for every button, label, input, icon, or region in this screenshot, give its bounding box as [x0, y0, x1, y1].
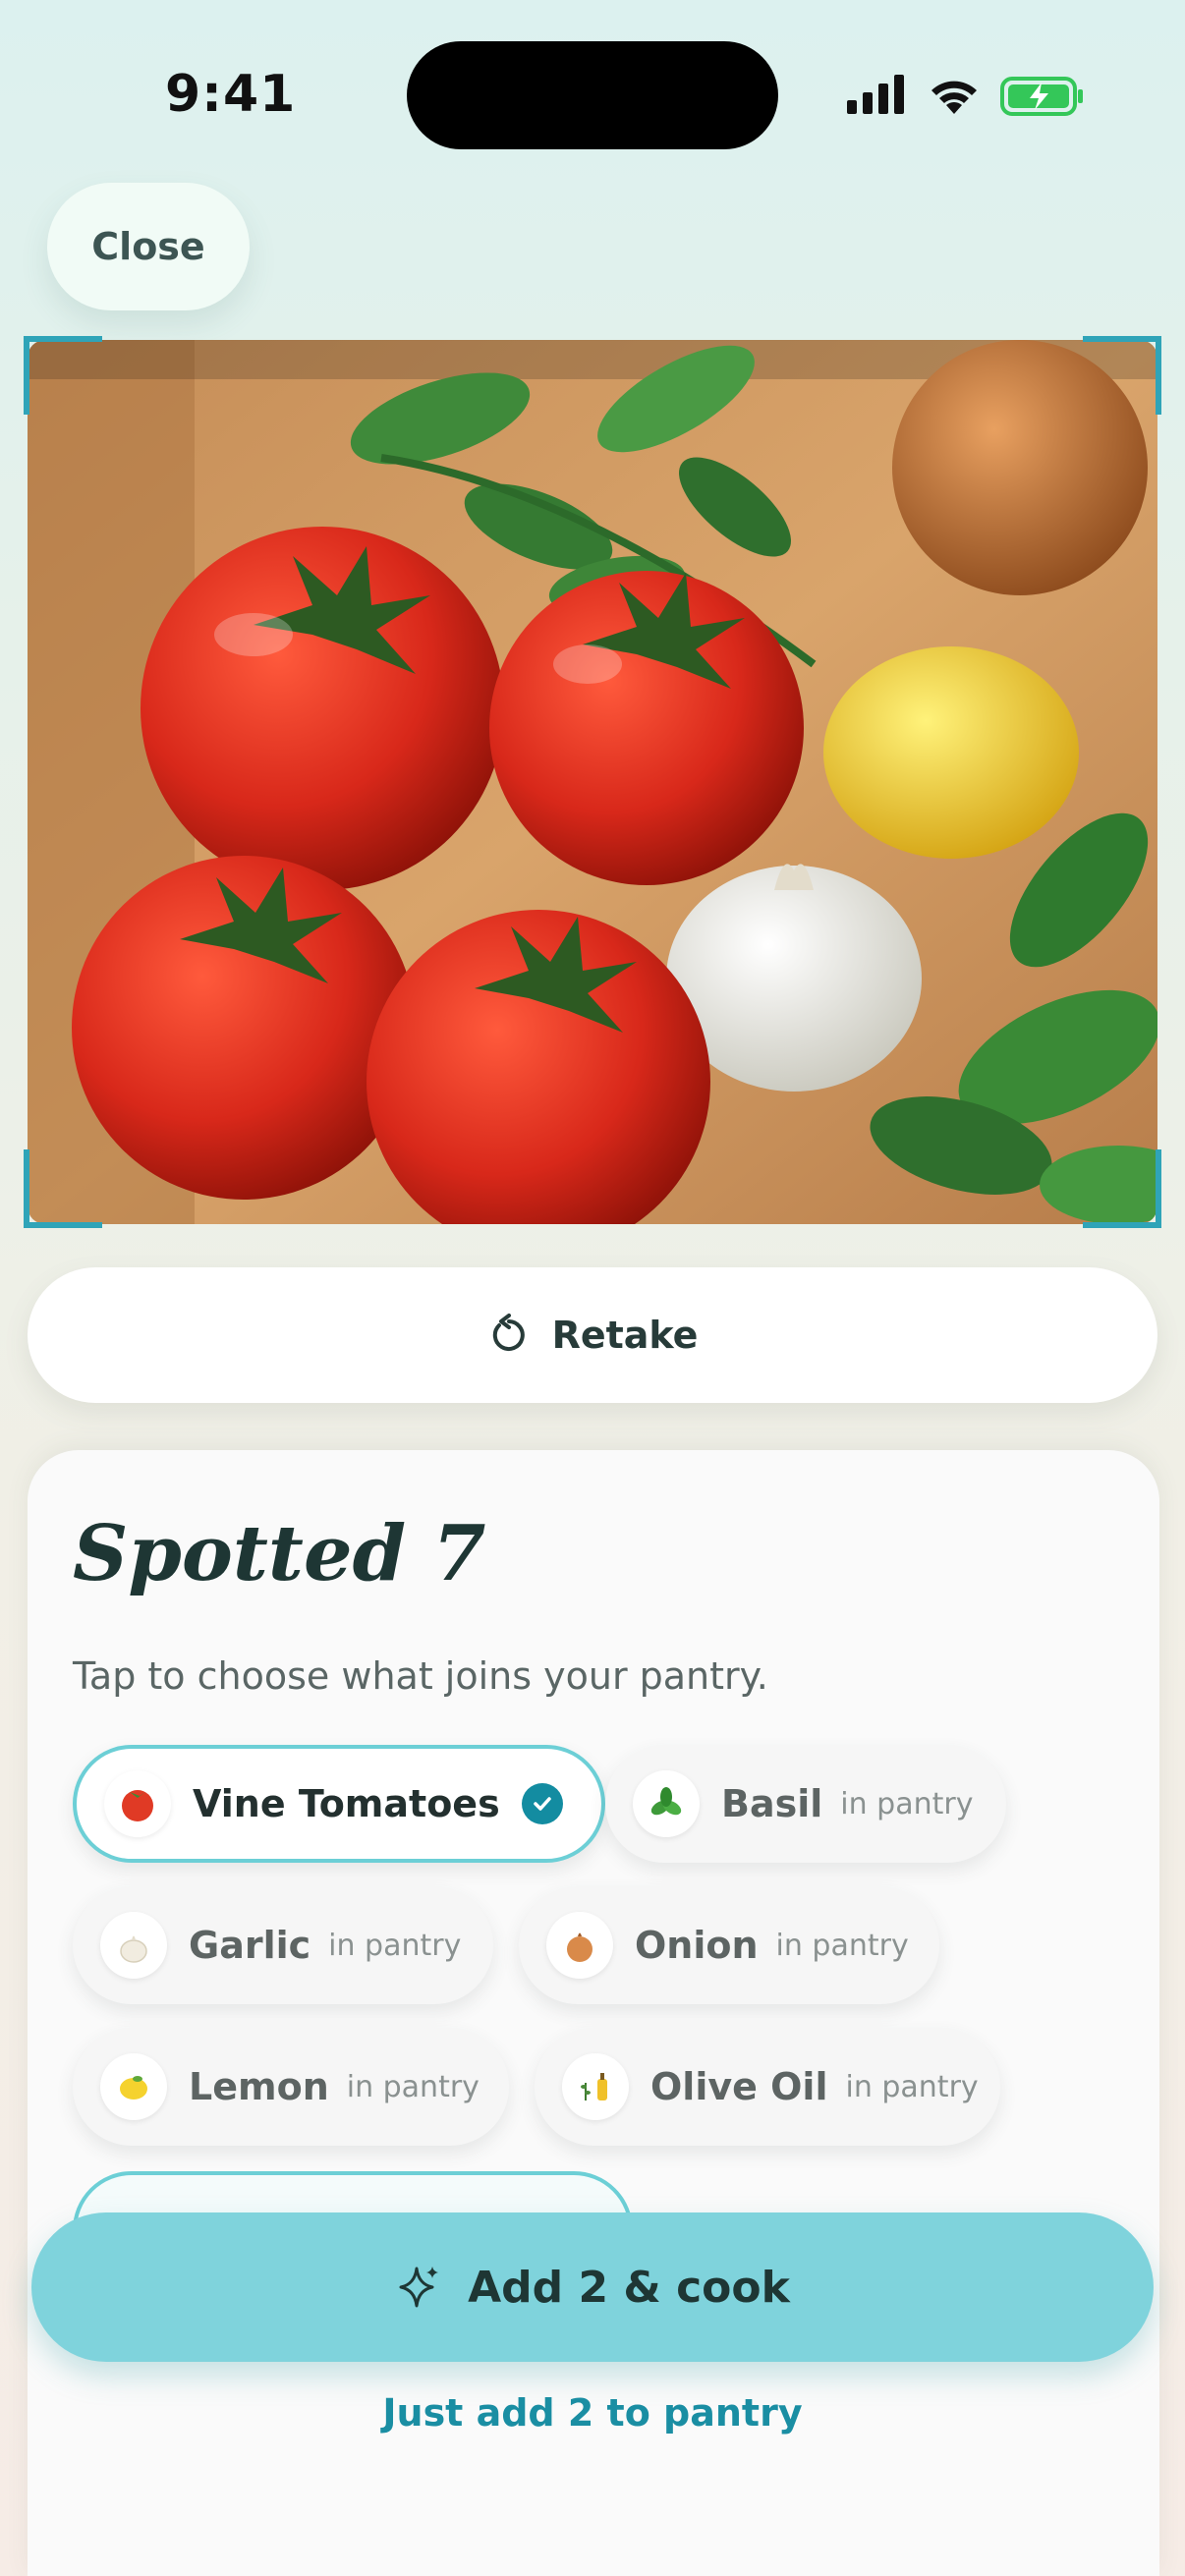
close-button[interactable]: Close [47, 183, 250, 310]
chip-lemon[interactable]: Lemon in pantry [73, 2028, 509, 2146]
scan-corner-bottom-left [24, 1149, 102, 1228]
status-bar: 9:41 [0, 0, 1185, 187]
battery-charging-icon [1000, 77, 1083, 116]
just-add-to-pantry-link[interactable]: Just add 2 to pantry [0, 2391, 1185, 2435]
chip-vine-tomatoes[interactable]: Vine Tomatoes [73, 1745, 605, 1863]
chip-onion[interactable]: Onion in pantry [519, 1886, 939, 2004]
in-pantry-tag: in pantry [840, 1786, 974, 1821]
results-title: Spotted 7 [73, 1509, 486, 1598]
dynamic-island [407, 41, 778, 149]
chip-label: Basil [721, 1782, 823, 1825]
chip-garlic[interactable]: Garlic in pantry [73, 1886, 493, 2004]
tomato-icon [104, 1770, 171, 1837]
status-icons [847, 73, 1083, 122]
in-pantry-tag: in pantry [775, 1928, 909, 1963]
checkmark-icon [521, 1783, 563, 1824]
chip-label: Vine Tomatoes [193, 1782, 500, 1825]
onion-icon [546, 1912, 613, 1979]
scan-corner-top-right [1083, 336, 1161, 415]
chip-label: Lemon [189, 2065, 329, 2108]
olive-oil-icon [562, 2053, 629, 2120]
status-time: 9:41 [165, 65, 297, 124]
in-pantry-tag: in pantry [845, 2069, 979, 2104]
retake-label: Retake [551, 1314, 699, 1357]
sparkle-icon [399, 2267, 439, 2308]
chip-olive-oil[interactable]: Olive Oil in pantry [535, 2028, 1000, 2146]
wifi-icon [931, 81, 977, 114]
ingredients-photo [28, 340, 1157, 1224]
chip-label: Garlic [189, 1924, 311, 1967]
in-pantry-tag: in pantry [346, 2069, 480, 2104]
cellular-signal-icon [847, 75, 904, 114]
garlic-icon [100, 1912, 167, 1979]
captured-photo [24, 336, 1161, 1228]
retake-button[interactable]: Retake [28, 1267, 1157, 1403]
results-subtitle: Tap to choose what joins your pantry. [73, 1654, 768, 1698]
photo-illustration [28, 340, 1157, 1224]
chip-label: Onion [635, 1924, 759, 1967]
lemon-icon [100, 2053, 167, 2120]
chip-label: Olive Oil [650, 2065, 828, 2108]
add-and-cook-label: Add 2 & cook [468, 2262, 790, 2313]
add-and-cook-button[interactable]: Add 2 & cook [31, 2212, 1154, 2362]
chip-basil[interactable]: Basil in pantry [605, 1745, 1006, 1863]
basil-icon [633, 1770, 700, 1837]
in-pantry-tag: in pantry [328, 1928, 462, 1963]
retake-icon [492, 1314, 525, 1351]
scan-corner-bottom-right [1083, 1149, 1161, 1228]
scan-corner-top-left [24, 336, 102, 415]
